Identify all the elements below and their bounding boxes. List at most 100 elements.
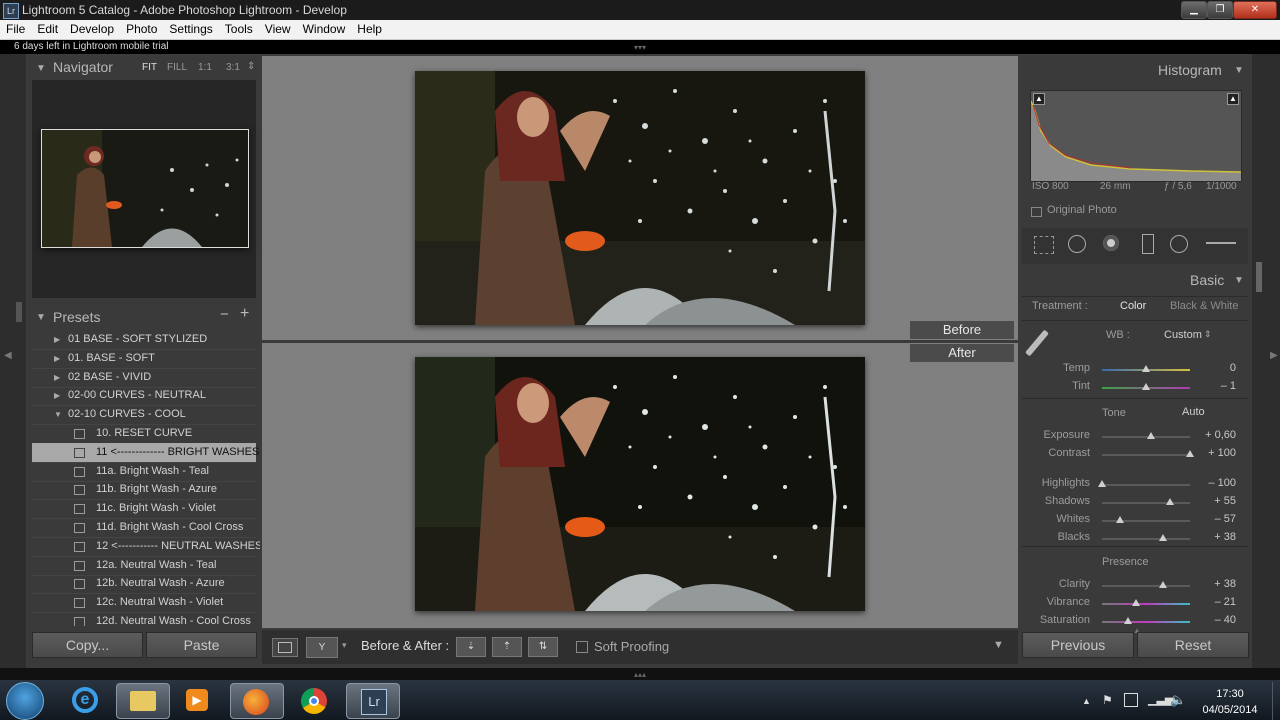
shadows-value[interactable]: + 55	[1190, 495, 1236, 507]
previous-button[interactable]: Previous	[1022, 632, 1134, 658]
show-hidden-icons-button[interactable]: ▲	[1082, 696, 1091, 706]
folder-collapsed-icon[interactable]: ▶	[54, 349, 60, 368]
view-dropdown-icon[interactable]: ▾	[342, 640, 347, 651]
preset-item[interactable]: 10. RESET CURVE	[32, 424, 256, 444]
navigator-collapse-icon[interactable]: ▼	[36, 63, 46, 74]
menu-photo[interactable]: Photo	[120, 20, 163, 39]
clock-date[interactable]: 04/05/2014	[1196, 704, 1264, 716]
preset-item[interactable]: 12c. Neutral Wash - Violet	[32, 593, 256, 614]
navigator-thumbnail[interactable]	[41, 129, 249, 248]
toolbar-options-icon[interactable]: ▼	[993, 639, 1004, 651]
menu-view[interactable]: View	[259, 20, 297, 39]
zoom-3-1[interactable]: 3:1	[226, 62, 240, 73]
preset-item[interactable]: 11b. Bright Wash - Azure	[32, 480, 256, 501]
preset-item[interactable]: 12b. Neutral Wash - Azure	[32, 574, 256, 595]
preset-item[interactable]: 11c. Bright Wash - Violet	[32, 499, 256, 520]
whites-slider[interactable]	[1102, 520, 1190, 522]
folder-collapsed-icon[interactable]: ▶	[54, 386, 60, 405]
shadows-slider[interactable]	[1102, 502, 1190, 504]
temp-slider-handle[interactable]	[1142, 365, 1150, 372]
zoom-fill[interactable]: FILL	[167, 62, 187, 73]
action-center-flag-icon[interactable]: ⚑	[1102, 693, 1113, 707]
collapse-right-panel-icon[interactable]: ▶	[1270, 350, 1278, 361]
folder-collapsed-icon[interactable]: ▶	[54, 368, 60, 387]
vibrance-slider-handle[interactable]	[1132, 599, 1141, 606]
right-scrollbar[interactable]	[1256, 262, 1262, 292]
whites-value[interactable]: – 57	[1190, 513, 1236, 525]
temp-value[interactable]: 0	[1190, 362, 1236, 374]
copy-after-to-before-button[interactable]: ⇡	[492, 637, 522, 657]
clock-time[interactable]: 17:30	[1200, 688, 1260, 700]
exposure-slider[interactable]	[1102, 436, 1190, 438]
presets-collapse-icon[interactable]: ▼	[36, 312, 46, 323]
preset-folder[interactable]: ▼ 02-10 CURVES - COOL	[32, 405, 256, 426]
saturation-value[interactable]: – 40	[1190, 614, 1236, 626]
file-explorer-taskbar-icon[interactable]	[116, 683, 170, 719]
after-photo[interactable]	[415, 357, 865, 611]
zoom-fit[interactable]: FIT	[142, 62, 157, 73]
contrast-slider[interactable]	[1102, 454, 1190, 456]
exposure-slider-handle[interactable]	[1147, 432, 1156, 439]
soft-proofing-checkbox[interactable]	[576, 641, 588, 653]
menu-tools[interactable]: Tools	[219, 20, 259, 39]
menu-settings[interactable]: Settings	[163, 20, 218, 39]
lightroom-taskbar-icon[interactable]: Lr	[346, 683, 400, 719]
whites-slider-handle[interactable]	[1116, 516, 1125, 523]
shadows-slider-handle[interactable]	[1165, 498, 1174, 505]
loupe-view-button[interactable]	[272, 638, 298, 657]
preset-item[interactable]: 12a. Neutral Wash - Teal	[32, 556, 256, 576]
clarity-value[interactable]: + 38	[1190, 578, 1236, 590]
chrome-taskbar-icon[interactable]	[288, 683, 340, 717]
menu-window[interactable]: Window	[297, 20, 352, 39]
folder-collapsed-icon[interactable]: ▶	[54, 330, 60, 349]
copy-settings-button[interactable]: Copy...	[32, 632, 143, 658]
saturation-slider-handle[interactable]	[1124, 617, 1133, 624]
volume-icon[interactable]: 🔈	[1170, 692, 1186, 708]
highlights-slider-handle[interactable]	[1098, 480, 1106, 487]
preset-item[interactable]: 11a. Bright Wash - Teal	[32, 462, 256, 482]
preset-folder[interactable]: ▶ 02 BASE - VIVID	[32, 368, 256, 388]
highlights-slider[interactable]	[1102, 484, 1190, 486]
blacks-value[interactable]: + 38	[1190, 531, 1236, 543]
reset-button[interactable]: Reset	[1137, 632, 1249, 658]
firefox-taskbar-icon[interactable]	[230, 683, 284, 719]
preset-item[interactable]: 12d. Neutral Wash - Cool Cross	[32, 612, 256, 626]
restore-button[interactable]: ❐	[1207, 1, 1233, 19]
show-desktop-button[interactable]	[1272, 682, 1280, 720]
menu-file[interactable]: File	[0, 20, 31, 39]
before-photo[interactable]	[415, 71, 865, 325]
left-scrollbar[interactable]	[16, 302, 22, 322]
removable-device-icon[interactable]	[1124, 693, 1138, 707]
zoom-1-1[interactable]: 1:1	[198, 62, 212, 73]
clarity-slider-handle[interactable]	[1158, 581, 1167, 588]
collapse-top-panel-icon[interactable]: ▾▾▾	[634, 43, 646, 52]
blacks-slider[interactable]	[1102, 538, 1190, 540]
vibrance-slider[interactable]	[1102, 603, 1190, 605]
preset-item[interactable]: 11 <------------- BRIGHT WASHES	[32, 442, 259, 463]
collapse-left-panel-icon[interactable]: ◀	[4, 350, 12, 361]
zoom-stepper-icon[interactable]: ⇕	[247, 61, 255, 72]
highlights-value[interactable]: – 100	[1190, 477, 1236, 489]
add-preset-button[interactable]: +	[240, 305, 249, 323]
internet-explorer-taskbar-icon[interactable]: e	[60, 683, 112, 717]
menu-edit[interactable]: Edit	[31, 20, 64, 39]
blacks-slider-handle[interactable]	[1158, 534, 1167, 541]
collapse-bottom-panel-icon[interactable]: ▴▴▴	[634, 670, 646, 679]
copy-before-to-after-button[interactable]: ⇣	[456, 637, 486, 657]
exposure-value[interactable]: + 0,60	[1190, 429, 1236, 441]
navigator-preview[interactable]	[32, 80, 256, 298]
remove-preset-button[interactable]: −	[220, 306, 229, 323]
contrast-value[interactable]: + 100	[1190, 447, 1236, 459]
windows-start-button[interactable]	[6, 682, 44, 720]
menu-develop[interactable]: Develop	[64, 20, 120, 39]
preset-item[interactable]: 12 <----------- NEUTRAL WASHES	[32, 537, 260, 557]
paste-settings-button[interactable]: Paste	[146, 632, 257, 658]
tint-slider-handle[interactable]	[1142, 383, 1150, 390]
preset-folder[interactable]: ▶ 01 BASE - SOFT STYLIZED	[32, 330, 256, 350]
vibrance-value[interactable]: – 21	[1190, 596, 1236, 608]
preset-folder[interactable]: ▶ 02-00 CURVES - NEUTRAL	[32, 386, 256, 407]
menu-help[interactable]: Help	[351, 20, 388, 39]
close-window-button[interactable]: ✕	[1233, 1, 1277, 19]
swap-before-after-button[interactable]: ⇅	[528, 637, 558, 657]
folder-expanded-icon[interactable]: ▼	[54, 405, 62, 424]
